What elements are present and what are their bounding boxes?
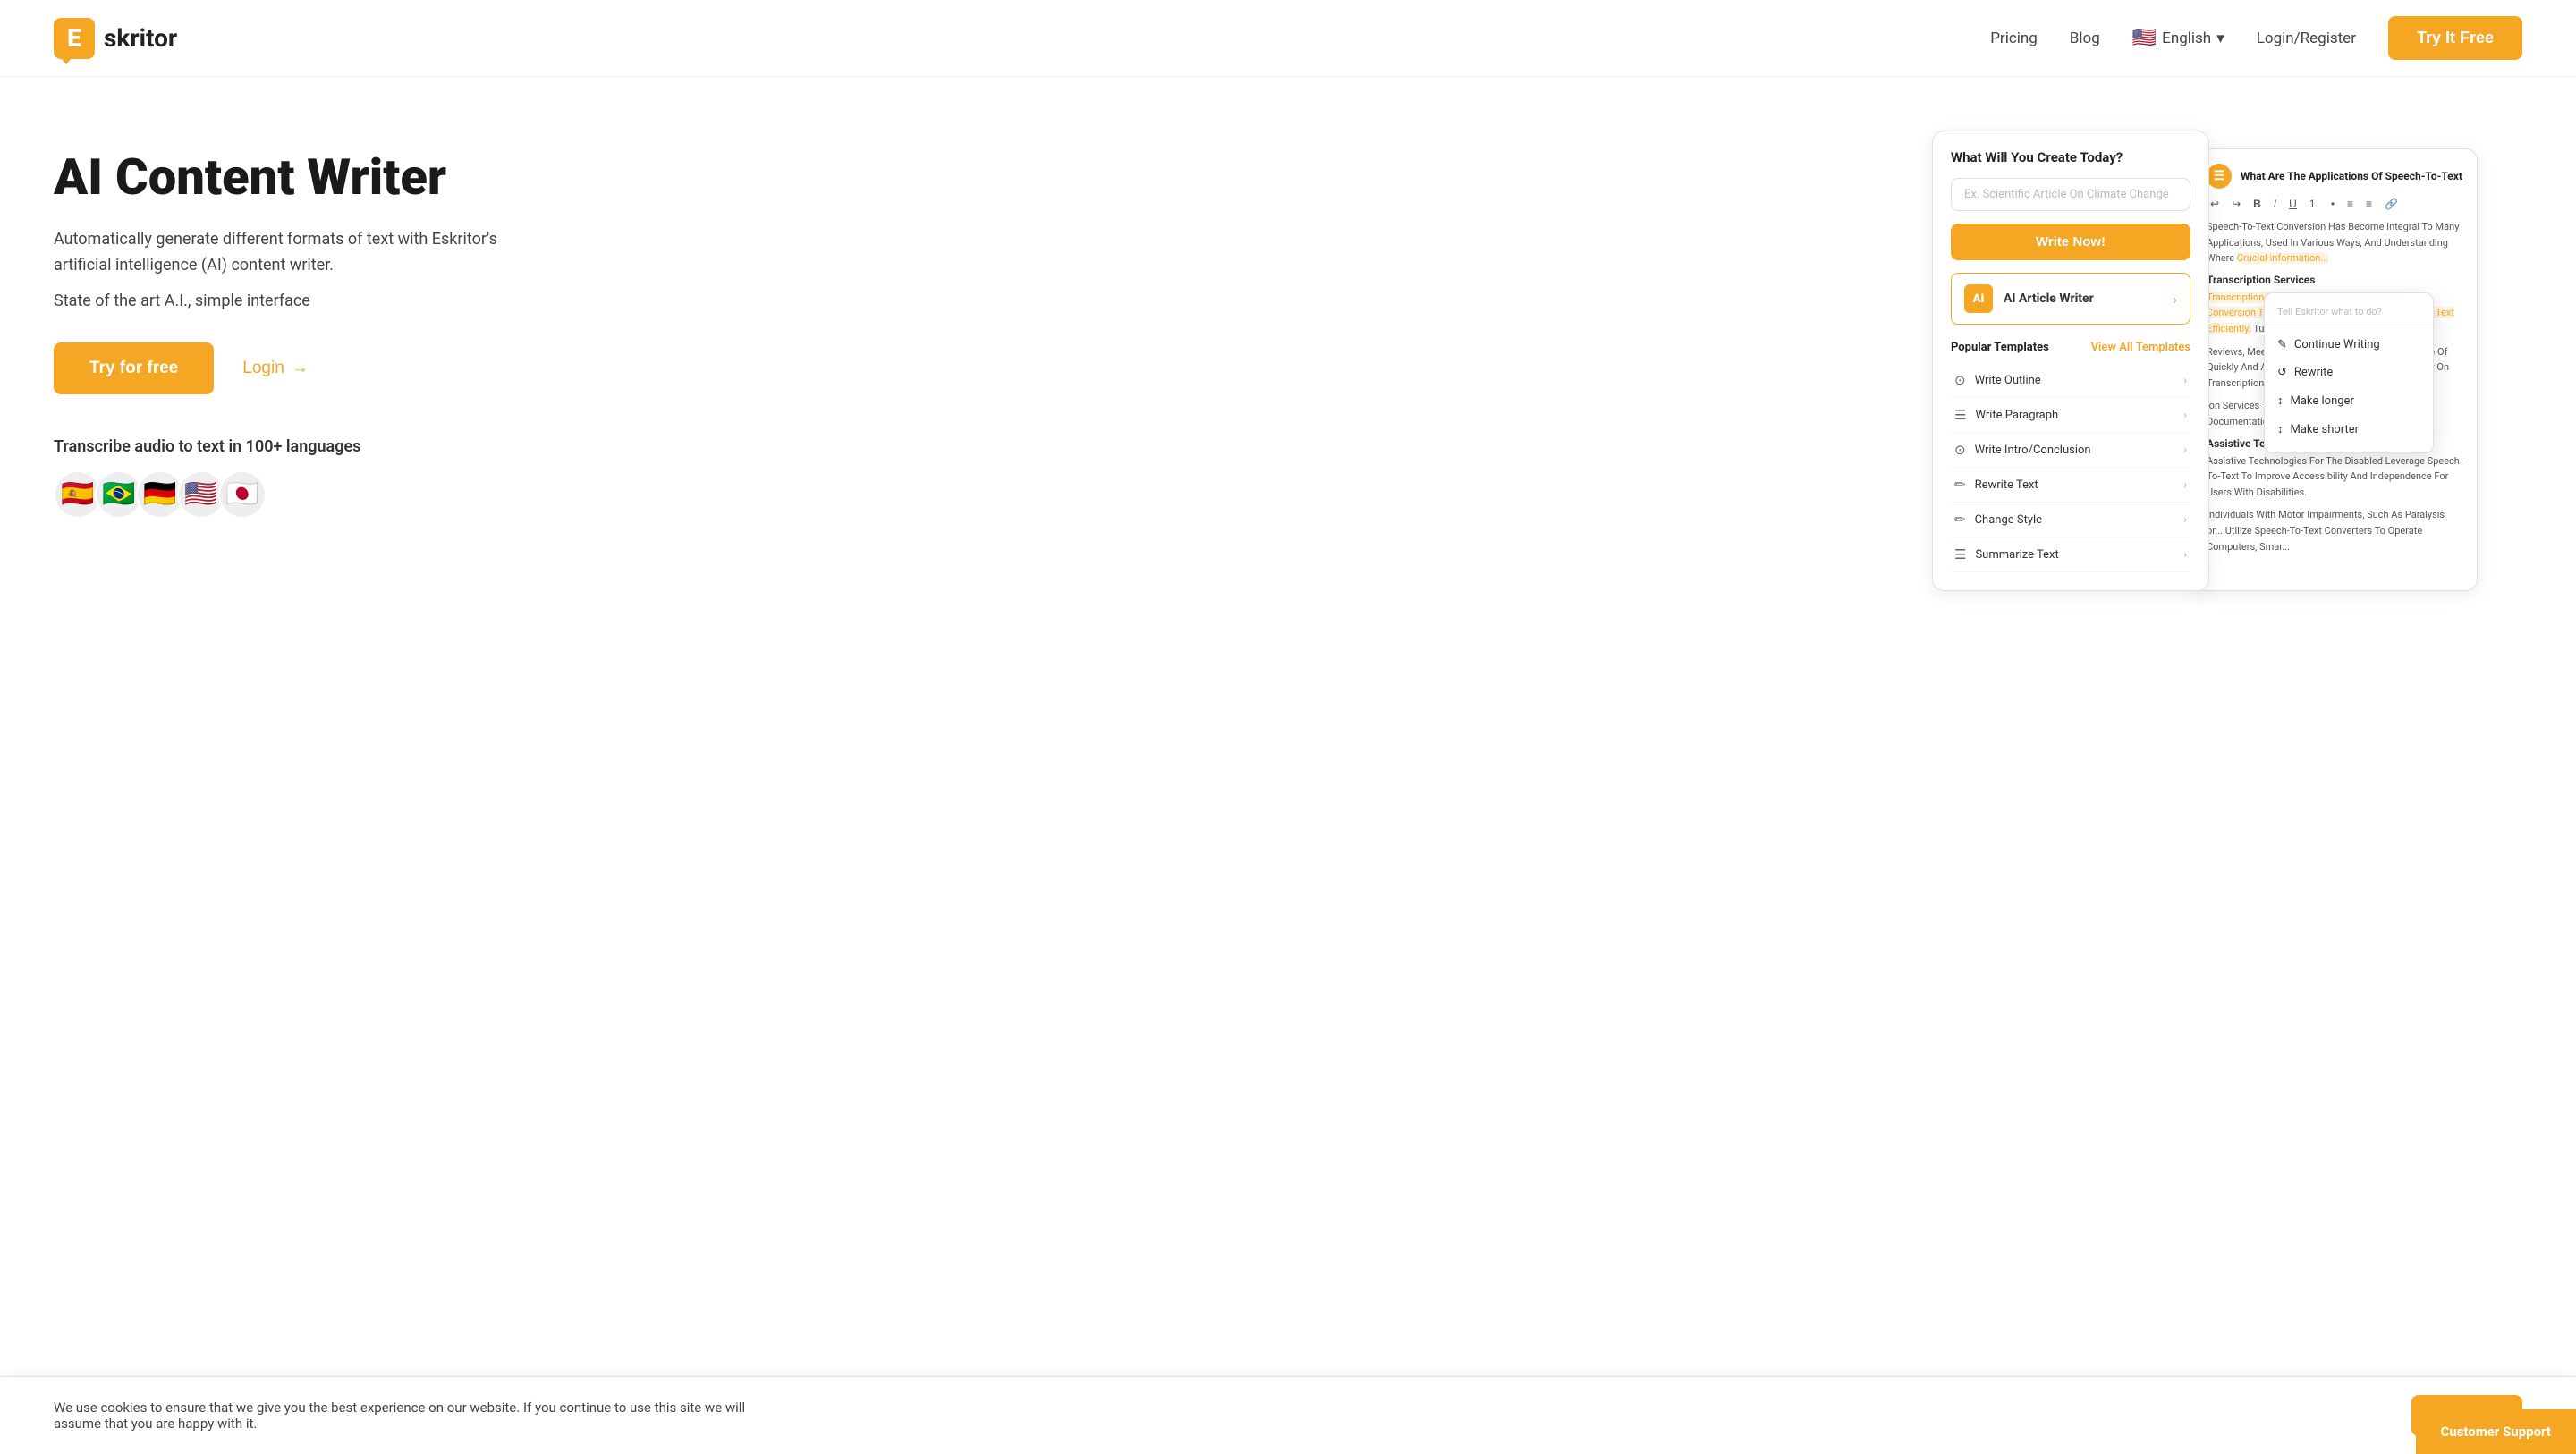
header: E skritor Pricing Blog 🇺🇸 English ▾ Logi… [0, 0, 2576, 77]
list-ordered-button[interactable]: 1. [2306, 196, 2322, 212]
templates-header: Popular Templates View All Templates [1951, 341, 2190, 354]
nav: Pricing Blog 🇺🇸 English ▾ Login/Register… [1990, 16, 2522, 60]
chevron-right-icon: › [2183, 374, 2187, 386]
ai-article-writer-box[interactable]: AI AI Article Writer › [1951, 273, 2190, 325]
hero-title: AI Content Writer [54, 148, 1896, 206]
chevron-right-icon: › [2183, 444, 2187, 456]
make-longer-option[interactable]: ↕ Make longer [2265, 386, 2433, 415]
us-flag-icon: 🇺🇸 [2132, 27, 2157, 49]
make-longer-icon: ↕ [2277, 393, 2284, 408]
nav-login-register[interactable]: Login/Register [2257, 30, 2356, 47]
ai-article-icon: AI [1964, 284, 1993, 313]
template-change-style[interactable]: ✏Change Style › [1951, 503, 2190, 537]
rewrite-icon: ↺ [2277, 366, 2287, 379]
redo-button[interactable]: ↪ [2228, 196, 2244, 212]
try-it-free-button[interactable]: Try It Free [2388, 16, 2522, 60]
logo-icon: E [54, 18, 95, 59]
language-label: English [2162, 30, 2211, 47]
rewrite-text-icon: ✏ [1954, 477, 1966, 493]
login-button[interactable]: Login → [242, 359, 309, 378]
create-input[interactable]: Ex. Scientific Article On Climate Change [1951, 178, 2190, 211]
chevron-right-icon: › [2183, 409, 2187, 421]
hero-subtitle: State of the art A.I., simple interface [54, 292, 1896, 310]
left-panel: What Will You Create Today? Ex. Scientif… [1932, 131, 2209, 591]
right-panel: ☰ What Are The Applications Of Speech-To… [2191, 148, 2478, 591]
write-paragraph-icon: ☰ [1954, 407, 1966, 423]
ai-dropdown-header: Tell Eskritor what to do? [2265, 302, 2433, 325]
chevron-right-icon: › [2183, 513, 2187, 526]
assistive-extra: Individuals With Motor Impairments, Such… [2207, 507, 2462, 554]
underline-button[interactable]: U [2285, 196, 2301, 212]
summarize-icon: ☰ [1954, 546, 1966, 562]
flag-japan: 🇯🇵 [218, 470, 267, 519]
write-outline-icon: ⊙ [1954, 372, 1966, 388]
rewrite-label: Rewrite [2294, 366, 2333, 379]
left-panel-title: What Will You Create Today? [1951, 149, 2190, 165]
bold-button[interactable]: B [2250, 196, 2265, 212]
logo-text: skritor [104, 23, 177, 53]
assistive-section-text: Assistive Technologies For The Disabled … [2207, 453, 2462, 501]
ai-article-label: AI Article Writer [2004, 292, 2094, 306]
write-intro-icon: ⊙ [1954, 442, 1966, 458]
flags-row: 🇪🇸 🇧🇷 🇩🇪 🇺🇸 🇯🇵 [54, 470, 1896, 519]
make-shorter-label: Make shorter [2291, 423, 2360, 436]
logo[interactable]: E skritor [54, 18, 177, 59]
cookie-banner: We use cookies to ensure that we give yo… [0, 1376, 2576, 1454]
right-panel-title-text: What Are The Applications Of Speech-To-T… [2241, 170, 2462, 182]
main: AI Content Writer Automatically generate… [0, 77, 2576, 645]
hero-section: AI Content Writer Automatically generate… [54, 131, 1896, 519]
cookie-text: We use cookies to ensure that we give yo… [54, 1399, 787, 1432]
menu-icon: ☰ [2207, 164, 2232, 189]
link-button[interactable]: 🔗 [2381, 196, 2402, 212]
try-for-free-button[interactable]: Try for free [54, 342, 214, 394]
templates-list: ⊙Write Outline › ☰Write Paragraph › ⊙Wri… [1951, 363, 2190, 572]
hero-description: Automatically generate different formats… [54, 227, 555, 279]
chevron-right-icon: › [2173, 291, 2177, 308]
template-write-intro-conclusion[interactable]: ⊙Write Intro/Conclusion › [1951, 433, 2190, 468]
nav-blog[interactable]: Blog [2070, 30, 2100, 47]
continue-writing-option[interactable]: ✎ Continue Writing [2265, 331, 2433, 359]
align-center-button[interactable]: ≡ [2362, 196, 2376, 212]
rewrite-option[interactable]: ↺ Rewrite [2265, 359, 2433, 386]
align-left-button[interactable]: ≡ [2343, 196, 2357, 212]
transcription-section-title: Transcription Services [2207, 274, 2462, 286]
italic-button[interactable]: I [2270, 196, 2280, 212]
make-shorter-option[interactable]: ↕ Make shorter [2265, 415, 2433, 444]
arrow-right-icon: → [292, 359, 309, 378]
list-unordered-button[interactable]: • [2327, 196, 2338, 212]
chevron-down-icon: ▾ [2216, 30, 2224, 47]
editor-toolbar: ↩ ↪ B I U 1. • ≡ ≡ 🔗 [2207, 196, 2462, 212]
hero-buttons: Try for free Login → [54, 342, 1896, 394]
template-rewrite-text[interactable]: ✏Rewrite Text › [1951, 468, 2190, 503]
chevron-right-icon: › [2183, 548, 2187, 561]
right-panel-intro: Speech-To-Text Conversion Has Become Int… [2207, 219, 2462, 266]
nav-language[interactable]: 🇺🇸 English ▾ [2132, 27, 2224, 49]
change-style-icon: ✏ [1954, 511, 1966, 528]
chevron-right-icon: › [2183, 478, 2187, 491]
transcribe-text: Transcribe audio to text in 100+ languag… [54, 437, 1896, 456]
make-longer-label: Make longer [2291, 394, 2354, 408]
template-summarize-text[interactable]: ☰Summarize Text › [1951, 537, 2190, 572]
make-shorter-icon: ↕ [2277, 422, 2284, 436]
demo-area: What Will You Create Today? Ex. Scientif… [1932, 131, 2522, 591]
continue-writing-icon: ✎ [2277, 338, 2287, 351]
write-now-button[interactable]: Write Now! [1951, 224, 2190, 260]
template-write-outline[interactable]: ⊙Write Outline › [1951, 363, 2190, 398]
continue-writing-label: Continue Writing [2294, 338, 2380, 351]
nav-pricing[interactable]: Pricing [1990, 30, 2038, 47]
ai-dropdown: Tell Eskritor what to do? ✎ Continue Wri… [2264, 292, 2434, 453]
templates-title: Popular Templates [1951, 341, 2049, 354]
right-panel-title: ☰ What Are The Applications Of Speech-To… [2207, 164, 2462, 189]
view-all-templates-link[interactable]: View All Templates [2091, 341, 2190, 354]
template-write-paragraph[interactable]: ☰Write Paragraph › [1951, 398, 2190, 433]
customer-support-button[interactable]: Customer Support [2416, 1409, 2576, 1454]
